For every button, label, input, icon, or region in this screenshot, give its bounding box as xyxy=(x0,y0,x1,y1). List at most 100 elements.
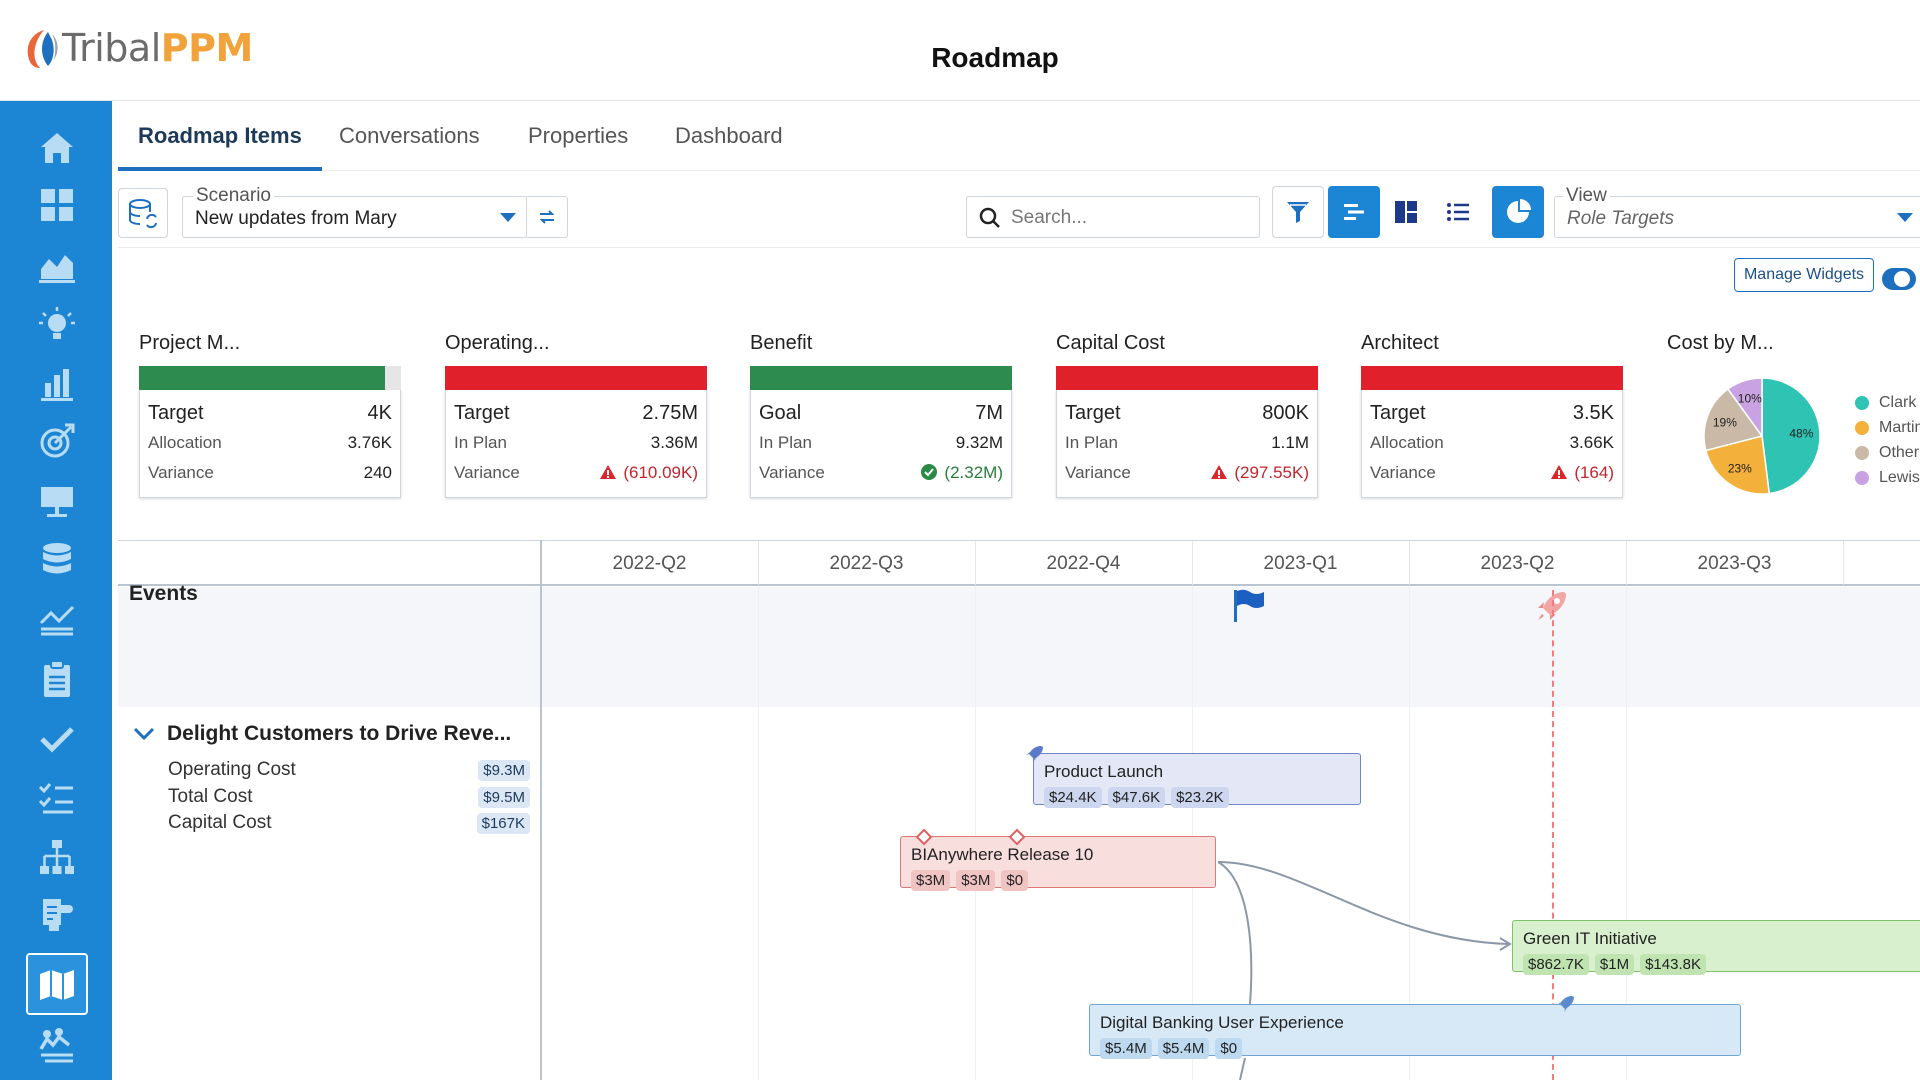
goal-metric-row: Operating Cost $9.3M xyxy=(168,757,530,783)
widget-body: Target 3.5K Allocation 3.66K Variance (164) xyxy=(1361,390,1623,498)
legend-swatch xyxy=(1855,420,1869,435)
widget-row: Variance 240 xyxy=(148,458,392,488)
quarter-label: 2022-Q2 xyxy=(612,553,687,574)
cost-pie-chart[interactable]: 48% 23% 19%10% xyxy=(1697,371,1827,501)
card-tag: $0 xyxy=(1001,870,1029,891)
milestone-diamond-icon[interactable] xyxy=(915,828,933,846)
checkmark-icon xyxy=(40,727,74,753)
kpi-widget[interactable]: Capital Cost Target 800K In Plan 1.1M Varianc… xyxy=(1056,332,1318,498)
sidebar-item-presentation[interactable] xyxy=(26,473,88,529)
sidebar-item-dashboard[interactable] xyxy=(26,177,88,233)
events-label: Events xyxy=(129,582,198,605)
widget-row: Variance (297.55K) xyxy=(1065,458,1309,488)
quarter-divider xyxy=(1409,541,1410,585)
legend-item[interactable]: Lewis xyxy=(1855,465,1920,490)
kpi-widget[interactable]: Benefit Goal 7M In Plan 9.32M Variance (2.32M) xyxy=(750,332,1012,498)
widget-row-label: Allocation xyxy=(148,433,222,452)
events-row xyxy=(118,587,1920,707)
widget-status-bar xyxy=(1361,366,1623,390)
widget-row-value: 4K xyxy=(367,401,392,424)
chevron-down-icon[interactable] xyxy=(133,727,155,741)
kpi-widget[interactable]: Project M... Target 4K Allocation 3.76K Varia… xyxy=(139,332,401,498)
sidebar-item-analytics[interactable] xyxy=(26,237,88,293)
sidebar-item-home[interactable] xyxy=(26,119,88,175)
sidebar-item-tasks[interactable] xyxy=(26,651,88,707)
tab-properties[interactable]: Properties xyxy=(508,101,648,171)
widgets-toggle-switch[interactable] xyxy=(1882,268,1916,290)
sidebar-item-approvals[interactable] xyxy=(26,711,88,767)
kpi-widget[interactable]: Operating... Target 2.75M In Plan 3.36M Varia… xyxy=(445,332,707,498)
widget-row-label: Variance xyxy=(1370,463,1436,482)
search-input[interactable] xyxy=(1011,205,1241,231)
widget-row: Target 3.5K xyxy=(1370,398,1614,428)
legend-item[interactable]: Clark xyxy=(1855,390,1920,415)
grid-icon xyxy=(41,189,73,221)
legend-item[interactable]: Martin xyxy=(1855,415,1920,440)
compare-scenario-button[interactable] xyxy=(526,196,568,238)
widget-title: Benefit xyxy=(750,332,813,354)
widgets-toggle-button[interactable] xyxy=(1492,186,1544,238)
milestone-diamond-icon[interactable] xyxy=(1008,828,1026,846)
sidebar-item-integrations[interactable] xyxy=(26,887,88,943)
flag-event-icon[interactable] xyxy=(1232,588,1266,624)
widget-row: Target 4K xyxy=(148,398,392,428)
scenario-database-button[interactable] xyxy=(118,188,168,238)
widget-row-value: 800K xyxy=(1262,401,1309,424)
top-header: TribalPPM Roadmap xyxy=(0,0,1920,101)
widget-row-label: Target xyxy=(1065,401,1121,424)
card-title: Green IT Initiative xyxy=(1523,929,1657,948)
sidebar-item-roadmap[interactable] xyxy=(26,953,88,1015)
legend-label: Martin xyxy=(1879,418,1920,436)
widget-row: Goal 7M xyxy=(759,398,1003,428)
widget-row-value: 3.36M xyxy=(650,433,698,452)
sidebar-item-ideas[interactable] xyxy=(26,297,88,353)
lightbulb-icon xyxy=(39,307,75,339)
quarter-label: 2023-Q3 xyxy=(1697,553,1772,574)
quarter-divider xyxy=(1192,541,1193,585)
sidebar-item-resources[interactable] xyxy=(26,1017,88,1073)
roadmap-item-card[interactable]: Product Launch $24.4K $47.6K $23.2K xyxy=(1033,753,1361,808)
team-icon xyxy=(39,1028,73,1063)
sidebar-item-data[interactable] xyxy=(26,531,88,587)
board-icon xyxy=(1395,201,1417,223)
search-box[interactable] xyxy=(966,196,1260,238)
roadmap-item-card[interactable]: Digital Banking User Experience $5.4M $5… xyxy=(1089,1004,1741,1059)
scenario-label: Scenario xyxy=(193,185,274,207)
quarter-label: 2023-Q1 xyxy=(1263,553,1338,574)
widget-row-label: Variance xyxy=(1065,463,1131,482)
pie-slice-label: 19% xyxy=(1713,416,1737,430)
quarter-gridline xyxy=(975,587,976,1080)
check-circle-icon xyxy=(921,464,938,480)
kpi-widget[interactable]: Architect Target 3.5K Allocation 3.66K Varian… xyxy=(1361,332,1623,498)
sidebar-item-hierarchy[interactable] xyxy=(26,829,88,885)
widget-title: Operating... xyxy=(445,332,550,354)
roadmap-item-card[interactable]: Green IT Initiative $862.7K $1M $143.8K xyxy=(1512,920,1920,975)
board-view-button[interactable] xyxy=(1380,186,1432,238)
roadmap-item-card[interactable]: BIAnywhere Release 10 $3M $3M $0 xyxy=(900,836,1216,891)
pie-widget[interactable]: Cost by M... xyxy=(1667,332,1920,360)
scenario-select[interactable]: Scenario New updates from Mary xyxy=(182,185,527,238)
puzzle-icon xyxy=(43,899,73,931)
widget-row-value: (610.09K) xyxy=(599,463,698,483)
legend-item[interactable]: Other xyxy=(1855,440,1920,465)
view-select[interactable]: View Role Targets xyxy=(1554,185,1920,238)
widget-row: Variance (164) xyxy=(1370,458,1614,488)
list-view-button[interactable] xyxy=(1432,186,1484,238)
sidebar-item-checklist[interactable] xyxy=(26,769,88,825)
gantt-view-button[interactable] xyxy=(1328,186,1380,238)
tab-dashboard[interactable]: Dashboard xyxy=(655,101,803,171)
sidebar-item-goals[interactable] xyxy=(26,413,88,469)
tab-conversations[interactable]: Conversations xyxy=(319,101,500,171)
widget-row-label: Goal xyxy=(759,401,802,424)
goal-row[interactable]: Delight Customers to Drive Reve... xyxy=(133,722,511,746)
timeline-splitter[interactable] xyxy=(540,540,542,1080)
sidebar-item-reports[interactable] xyxy=(26,355,88,411)
widget-body: Target 4K Allocation 3.76K Variance 240 xyxy=(139,390,401,498)
pie-chart-icon xyxy=(1507,199,1531,223)
rocket-icon xyxy=(1557,996,1574,1012)
manage-widgets-button[interactable]: Manage Widgets xyxy=(1734,258,1874,292)
filter-button[interactable] xyxy=(1272,186,1324,238)
sidebar-item-trends[interactable] xyxy=(26,591,88,647)
tab-roadmap-items[interactable]: Roadmap Items xyxy=(118,101,322,171)
metric-value: $9.5M xyxy=(478,786,530,808)
